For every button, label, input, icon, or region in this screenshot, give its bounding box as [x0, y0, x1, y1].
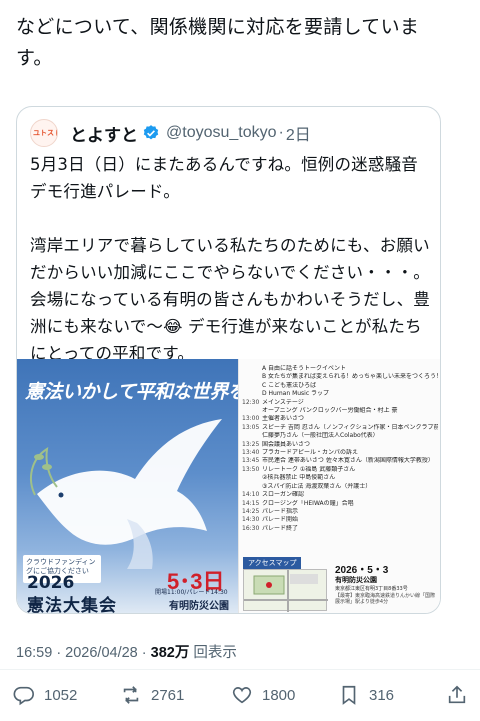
schedule-time: 14:15	[242, 499, 260, 507]
schedule-time: 13:05	[242, 423, 260, 431]
map-date: 2026・5・3	[335, 565, 389, 576]
reply-count: 1052	[44, 686, 78, 704]
schedule-row: 14:15 クロージング「HEIWAの鐘」合唱	[242, 500, 438, 508]
schedule-text: C こども憲法ひろば	[262, 381, 317, 389]
poster-time: 開場11:00/パレード14:30	[155, 589, 228, 596]
schedule-row: D Human Music ラップ	[242, 390, 438, 398]
schedule-text: メインステージ	[262, 398, 304, 406]
schedule-list: A 自由に話そうトークイベント B 女たちが集まれば変えられる！めっちゃ楽しい未来…	[242, 365, 438, 533]
author-name[interactable]: とよすと	[70, 121, 138, 146]
schedule-time: 13:25	[242, 440, 260, 448]
schedule-text: B 女たちが集まれば変えられる！めっちゃ楽しい未来をつくろう！	[262, 373, 438, 381]
bookmark-count: 316	[369, 686, 395, 704]
bookmark-icon	[342, 685, 356, 705]
view-count-label: 回表示	[193, 645, 237, 661]
map-venue: 有明防災公園	[335, 576, 377, 584]
schedule-text: スローガン確認	[262, 491, 305, 499]
poster-event-name: 憲法大集会	[27, 596, 117, 613]
schedule-row: オープニング パンクロックバー労働組合・村上 豪	[242, 407, 438, 415]
schedule-text: 主催者あいさつ	[262, 415, 305, 423]
dot-separator: ·	[278, 124, 284, 141]
quoted-tweet-header: ユトスト とよすと @toyosu_tokyo · 2日	[30, 119, 311, 147]
repost-count: 2761	[151, 686, 185, 704]
map-note: 【最寄】東京臨海高速鉄道りんかい線「国際展示場」駅より徒歩4分	[335, 593, 436, 605]
verified-badge-icon	[143, 125, 159, 140]
poster-year: 2026	[27, 573, 75, 593]
share-icon	[448, 685, 466, 704]
heart-icon	[232, 687, 252, 704]
bookmark-button[interactable]: 316	[338, 682, 394, 708]
schedule-text: 市民連合 連帯あいさつ 佐々木寛さん（新潟国際情報大学教授）	[262, 457, 434, 465]
schedule-text: ③スパイ防止法 海渡双葉さん（弁護士）	[262, 482, 372, 490]
reply-button[interactable]: 1052	[13, 682, 77, 708]
schedule-text: プラカードアピール・カンパの訴え	[262, 449, 359, 457]
map-title: アクセスマップ	[243, 557, 302, 569]
schedule-text: 仁藤夢乃さん（一般社団法人Colabo代表）	[262, 432, 379, 440]
schedule-row: 13:05 スピーチ 吉岡 忍さん（ノンフィクション作家・日本ペンクラブ前会長）	[242, 424, 438, 432]
poster-venue: 有明防災公園	[169, 601, 229, 612]
post-timestamp[interactable]: 16:59 · 2026/04/28 ·	[16, 645, 151, 661]
tweet-meta: 16:59 · 2026/04/28 · 382万 回表示	[16, 641, 237, 662]
dove-illustration	[30, 419, 222, 569]
avatar[interactable]: ユトスト	[30, 119, 58, 147]
quoted-tweet-media[interactable]: 憲法いかして平和な世界を！ クラウドファンディングにご協力ください 2026 憲…	[17, 359, 440, 613]
like-button[interactable]: 1800	[231, 682, 295, 708]
schedule-time: 13:50	[242, 465, 260, 473]
schedule-text: パレード終了	[262, 524, 299, 532]
divider	[0, 669, 480, 670]
post-time[interactable]: 2日	[286, 121, 311, 145]
schedule-row: 仁藤夢乃さん（一般社団法人Colabo代表）	[242, 432, 438, 440]
author-handle[interactable]: @toyosu_tokyo	[166, 124, 277, 142]
repost-button[interactable]: 2761	[120, 682, 184, 708]
access-map	[243, 569, 328, 612]
schedule-text: パレード開始	[262, 516, 299, 524]
map-address: 東京都江東区有明3丁目8番33号	[335, 586, 408, 592]
schedule-text: D Human Music ラップ	[262, 390, 330, 398]
schedule-text: パレード指示	[262, 507, 299, 515]
schedule-row: B 女たちが集まれば変えられる！めっちゃ楽しい未来をつくろう！	[242, 373, 438, 381]
schedule-time: 13:45	[242, 457, 260, 465]
schedule-row: 13:50 リレートーク ①福島 武藤類子さん	[242, 466, 438, 474]
schedule-row: 13:00 主催者あいさつ	[242, 415, 438, 423]
share-button[interactable]	[446, 682, 468, 708]
repost-icon	[123, 686, 139, 704]
schedule-row: 13:40 プラカードアピール・カンパの訴え	[242, 449, 438, 457]
schedule-time: 13:00	[242, 415, 260, 423]
schedule-row: C こども憲法ひろば	[242, 382, 438, 390]
schedule-row: 14:25 パレード指示	[242, 508, 438, 516]
quoted-tweet[interactable]: ユトスト とよすと @toyosu_tokyo · 2日 5月3日（日）にまたあ…	[16, 106, 441, 614]
schedule-time: 14:25	[242, 507, 260, 515]
schedule-row: A 自由に話そうトークイベント	[242, 365, 438, 373]
schedule-text: 国会議員あいさつ	[262, 440, 311, 448]
schedule-row: 14:30 パレード開始	[242, 516, 438, 524]
schedule-row: ③スパイ防止法 海渡双葉さん（弁護士）	[242, 483, 438, 491]
schedule-row: 13:25 国会議員あいさつ	[242, 441, 438, 449]
map-illustration	[244, 570, 328, 612]
quoted-tweet-text: 5月3日（日）にまたあるんですね。恒例の迷惑騒音デモ行進パレード。 湾岸エリアで…	[30, 155, 430, 363]
view-count[interactable]: 382万	[151, 645, 190, 661]
schedule-row: 13:45 市民連合 連帯あいさつ 佐々木寛さん（新潟国際情報大学教授）	[242, 457, 438, 465]
schedule-text: A 自由に話そうトークイベント	[262, 365, 347, 372]
schedule-text: スピーチ 吉岡 忍さん（ノンフィクション作家・日本ペンクラブ前会長）	[262, 423, 438, 431]
schedule-row: 12:30 メインステージ	[242, 399, 438, 407]
action-bar: 1052 2761 1800 316	[0, 682, 480, 708]
schedule-text: クロージング「HEIWAの鐘」合唱	[262, 499, 354, 507]
schedule-time: 16:30	[242, 524, 260, 532]
schedule-text: オープニング パンクロックバー労働組合・村上 豪	[262, 407, 398, 415]
schedule-time: 14:10	[242, 491, 260, 499]
avatar-text: ユトスト	[33, 130, 57, 137]
schedule-row: ②核兵器禁止 中島俊範さん	[242, 474, 438, 482]
schedule-text: リレートーク ①福島 武藤類子さん	[262, 465, 356, 473]
schedule-image[interactable]: A 自由に話そうトークイベント B 女たちが集まれば変えられる！めっちゃ楽しい未来…	[238, 359, 440, 613]
schedule-time: 12:30	[242, 398, 260, 406]
like-count: 1800	[262, 686, 296, 704]
schedule-time: 14:30	[242, 516, 260, 524]
schedule-time: 13:40	[242, 449, 260, 457]
reply-icon	[13, 686, 34, 706]
schedule-row: 16:30 パレード終了	[242, 525, 438, 533]
poster-image[interactable]: 憲法いかして平和な世界を！ クラウドファンディングにご協力ください 2026 憲…	[17, 359, 238, 613]
schedule-text: ②核兵器禁止 中島俊範さん	[262, 474, 336, 482]
tweet-text: などについて、関係機関に対応を要請していま す。	[16, 16, 420, 69]
schedule-row: 14:10 スローガン確認	[242, 491, 438, 499]
